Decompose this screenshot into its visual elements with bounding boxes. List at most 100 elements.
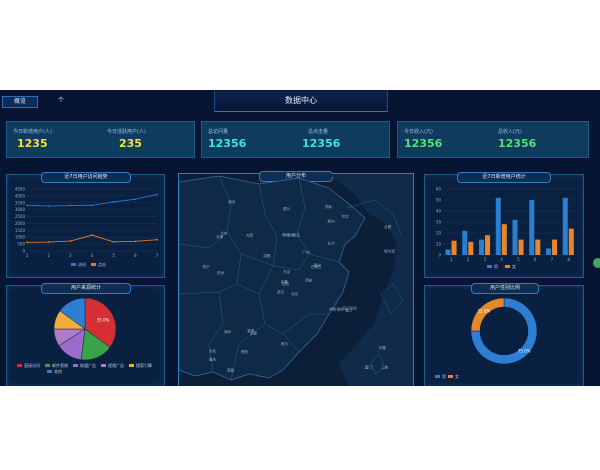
stat-value: 12356	[208, 137, 247, 150]
page-title: 数据中心	[214, 91, 388, 112]
legend-swatch	[487, 265, 492, 268]
bar	[546, 248, 552, 255]
y-tick-label: 40	[436, 209, 442, 214]
city-label: 合肥	[384, 224, 392, 229]
data-point	[47, 241, 50, 243]
city-label: 杭州	[217, 270, 225, 275]
x-tick-label: 7	[156, 253, 159, 258]
china-map: 北京天津沈阳大连石家庄太原济南青岛郑州西安南京上海杭州合肥武汉长沙南昌福州广州深…	[179, 174, 413, 386]
data-point	[69, 204, 72, 207]
pie-chart: 35.0% 直接访问 邮件营销 联盟广告 视频广告 搜索引擎其他	[17, 297, 152, 374]
bar	[501, 224, 507, 255]
legend-swatch	[91, 263, 96, 266]
map-panel[interactable]: 用户分布 全国地图 北京天津沈阳大连石家庄太原济南青岛郑州西安南京上海杭州合肥武…	[178, 171, 414, 386]
bar	[485, 235, 491, 255]
legend-label: 视频广告	[108, 362, 124, 368]
y-tick-label: 500	[17, 242, 25, 247]
legend-label: 联盟广告	[80, 362, 96, 368]
stat-label: 今日活跃用户(人)	[107, 129, 146, 135]
y-tick-label: 1000	[15, 235, 26, 240]
bar	[529, 200, 535, 255]
y-tick-label: 30	[436, 220, 442, 225]
city-label: 长春	[281, 279, 289, 284]
legend-swatch	[45, 364, 50, 367]
data-point	[134, 198, 137, 201]
y-tick-label: 3000	[15, 207, 26, 212]
data-point	[26, 241, 28, 244]
stat-value: 12356	[302, 137, 341, 150]
city-label: 西宁	[203, 264, 211, 269]
city-label: 哈尔滨	[384, 248, 395, 253]
city-label: 重庆	[209, 357, 217, 362]
city-label: 平壤	[378, 345, 386, 350]
city-label: 大阪	[246, 233, 254, 238]
city-label: 南京	[228, 199, 236, 204]
legend-swatch	[71, 263, 76, 266]
city-label: 乌兰巴托	[342, 305, 357, 310]
city-label: 郑州	[327, 218, 335, 223]
y-tick-label: 2500	[15, 214, 26, 219]
data-point	[91, 234, 93, 237]
legend-label: 搜索引擎	[136, 362, 152, 368]
city-label: 东京	[283, 269, 291, 274]
data-point	[69, 240, 72, 242]
bar	[518, 239, 524, 255]
legend-swatch	[505, 265, 510, 268]
x-tick-label: 8	[567, 257, 570, 262]
floating-action-button[interactable]	[593, 258, 600, 268]
x-tick-label: 3	[484, 257, 487, 262]
legend-swatch	[129, 364, 134, 367]
stat-value: 235	[119, 137, 142, 150]
city-label: 南宁	[314, 262, 322, 267]
legend-label: 女	[455, 373, 459, 379]
stat-label: 总点击量	[308, 129, 329, 135]
tab-overview[interactable]: 概览	[2, 96, 38, 108]
legend-swatch	[435, 375, 440, 378]
city-label: 武汉	[277, 289, 285, 294]
legend-swatch	[17, 364, 22, 367]
stat-label: 总访问量	[208, 129, 229, 135]
x-tick-label: 4	[91, 253, 94, 258]
city-label: 长沙	[327, 241, 335, 246]
x-tick-label: 7	[551, 257, 554, 262]
city-label: 银川	[283, 206, 291, 211]
city-label: 南昌	[227, 367, 235, 372]
bar	[451, 240, 457, 255]
city-label: 澳门	[365, 364, 373, 369]
slice-label: 35.0%	[97, 317, 110, 322]
data-point	[156, 193, 158, 196]
data-point	[112, 241, 115, 243]
bar	[535, 239, 541, 255]
city-label: 兰州	[220, 230, 228, 235]
bar	[568, 228, 574, 255]
x-tick-label: 5	[517, 257, 520, 262]
x-tick-label: 3	[69, 253, 72, 258]
data-point	[47, 205, 50, 207]
top-bar: 概览 个 数据中心	[0, 90, 600, 112]
panel-visit-trend: 近7日用户访问趋势 4500 4000 3500 3000 2500 2000 1500 10…	[6, 172, 165, 278]
tab-other[interactable]: 个	[50, 96, 72, 106]
data-point	[134, 240, 137, 243]
legend-label: 男	[494, 264, 498, 269]
city-label: 昆明	[287, 232, 295, 237]
city-label: 北京	[291, 291, 299, 296]
series-line	[26, 194, 158, 207]
legend-label: 其他	[54, 368, 62, 374]
data-point	[91, 204, 93, 207]
legend-label: 男	[442, 374, 446, 379]
china-outline	[179, 175, 366, 381]
stat-value: 12356	[498, 137, 537, 150]
data-point	[112, 201, 115, 203]
y-tick-label: 50	[436, 198, 442, 203]
bar	[479, 239, 485, 255]
city-label: 香港	[247, 328, 255, 333]
legend-label: 女	[512, 263, 516, 269]
panel-source: 用户来源统计 35.0% 直接访问 邮件营销 联盟广告 视频广告 搜索引擎 其他	[6, 283, 165, 386]
bar	[495, 197, 501, 255]
bar	[562, 197, 568, 255]
city-label: 广州	[302, 249, 310, 254]
legend-label: 点击	[98, 261, 106, 267]
y-tick-label: 4500	[15, 187, 26, 192]
pie-slice	[470, 297, 505, 332]
legend-label: 邮件营销	[52, 362, 68, 368]
